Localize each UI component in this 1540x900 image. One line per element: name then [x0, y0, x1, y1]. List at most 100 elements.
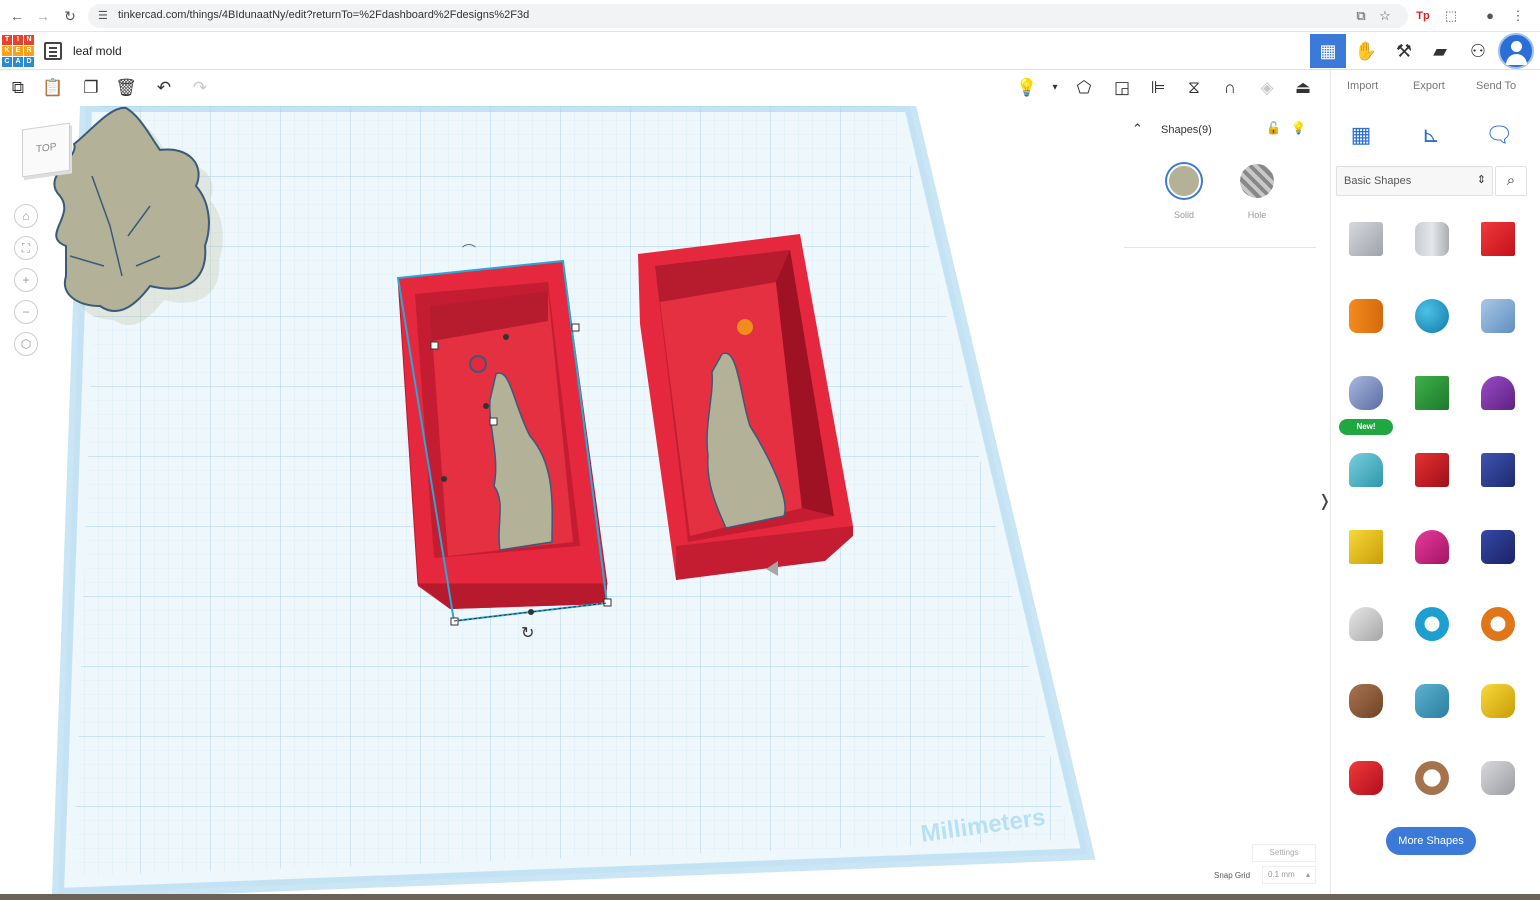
shape-library-item[interactable] — [1401, 743, 1463, 813]
resize-handle[interactable] — [450, 617, 459, 626]
hole-swatch[interactable] — [1240, 164, 1274, 198]
mirror-icon[interactable]: ⧖ — [1183, 77, 1205, 99]
tinkercad-logo[interactable]: TIN KER CAD — [2, 35, 34, 67]
redo-icon[interactable]: ↷ — [189, 77, 211, 99]
back-icon[interactable]: ← — [8, 7, 26, 25]
extensions-icon[interactable]: ⬚ — [1442, 7, 1460, 25]
home-view-icon[interactable]: ⌂ — [14, 204, 38, 228]
ruler-view-icon[interactable]: ◲ — [1111, 77, 1133, 99]
browser-menu-icon[interactable]: ⋮ — [1509, 7, 1527, 25]
sphere-icon — [1415, 299, 1449, 333]
shape-library-item[interactable] — [1467, 589, 1529, 659]
design-list-icon[interactable] — [44, 42, 62, 60]
snap-grid-select[interactable]: 0.1 mm ▴ — [1262, 866, 1316, 884]
chevron-down-icon[interactable]: ▾ — [1044, 77, 1066, 99]
send-to-button[interactable]: Send To — [1476, 80, 1516, 92]
import-button[interactable]: Import — [1347, 80, 1378, 92]
shape-library-item[interactable] — [1401, 435, 1463, 505]
shape-library-item[interactable] — [1467, 666, 1529, 736]
solid-swatch[interactable] — [1167, 164, 1201, 198]
user-avatar[interactable] — [1498, 33, 1534, 69]
shape-library-item[interactable] — [1335, 358, 1397, 428]
shape-library-item[interactable] — [1335, 743, 1397, 813]
extension-tp-icon[interactable]: Tp — [1414, 7, 1432, 25]
shape-library-item[interactable] — [1335, 589, 1397, 659]
bricks-pickaxe-icon[interactable]: ⚒ — [1386, 34, 1422, 68]
workplane-canvas[interactable]: Millimeters ⌒ ↻ TOP ⌂ ⛶ + − ⬡ ⌃ Shapes(9… — [0, 106, 1330, 894]
shapes-count-title: Shapes(9) — [1161, 124, 1212, 136]
undo-icon[interactable]: ↶ — [153, 77, 175, 99]
shape-library-item[interactable] — [1467, 512, 1529, 582]
bookmark-star-icon[interactable]: ☆ — [1376, 7, 1394, 25]
resize-handle[interactable] — [489, 417, 498, 426]
settings-button[interactable]: Settings — [1252, 844, 1316, 862]
shape-library-item[interactable] — [1335, 204, 1397, 274]
star-six-icon — [1481, 684, 1515, 718]
resize-handle[interactable] — [571, 323, 580, 332]
shape-library-item[interactable] — [1401, 281, 1463, 351]
shape-library-item[interactable] — [1401, 204, 1463, 274]
delete-icon[interactable]: 🗑 — [115, 77, 137, 99]
shape-library-item[interactable] — [1467, 204, 1529, 274]
paste-icon[interactable]: 📋 — [42, 77, 64, 99]
shape-library-item[interactable] — [1335, 281, 1397, 351]
light-bulb-icon[interactable]: 💡 — [1016, 77, 1038, 99]
shape-library-select[interactable]: Basic Shapes ⇕ — [1336, 166, 1493, 196]
app-header: TIN KER CAD leaf mold ▦ ✋ ⚒ ▰ ⚇ — [0, 32, 1540, 70]
cast-icon[interactable]: ⧉ — [1352, 7, 1370, 25]
export-button[interactable]: Export — [1413, 80, 1445, 92]
shape-library-item[interactable] — [1335, 435, 1397, 505]
zoom-in-icon[interactable]: + — [14, 268, 38, 292]
reload-icon[interactable]: ↻ — [61, 7, 79, 25]
fit-view-icon[interactable]: ⛶ — [14, 236, 38, 260]
duplicate-icon[interactable]: ❐ — [80, 77, 102, 99]
snap-grid-value: 0.1 mm — [1268, 870, 1295, 879]
rotate-handle-icon[interactable]: ↻ — [521, 625, 534, 642]
forward-icon[interactable]: → — [34, 7, 52, 25]
cylinder-icon — [1349, 299, 1383, 333]
viewcube[interactable]: TOP — [22, 122, 70, 178]
shape-library-item[interactable] — [1467, 743, 1529, 813]
perspective-icon[interactable]: ⬡ — [14, 332, 38, 356]
cruise-magnet-icon[interactable]: ∩ — [1219, 77, 1241, 99]
url-text[interactable]: tinkercad.com/things/4BIdunaatNy/edit?re… — [118, 9, 529, 21]
site-info-icon[interactable]: ☰ — [98, 9, 108, 22]
shape-library-item[interactable] — [1335, 666, 1397, 736]
more-shapes-button[interactable]: More Shapes — [1386, 827, 1476, 855]
3d-view-icon[interactable]: ▦ — [1310, 34, 1346, 68]
notes-tool-icon[interactable]: 🗨 — [1482, 118, 1516, 152]
fill-icon[interactable]: ◈ — [1256, 77, 1278, 99]
invite-user-icon[interactable]: ⚇ — [1460, 34, 1496, 68]
shape-library-item[interactable] — [1335, 512, 1397, 582]
shape-library-item[interactable] — [1401, 358, 1463, 428]
visibility-bulb-icon[interactable]: 💡 — [1291, 121, 1306, 135]
shape-library-item[interactable] — [1401, 512, 1463, 582]
design-title[interactable]: leaf mold — [73, 44, 122, 58]
paraboloid-icon — [1349, 607, 1383, 641]
workplane-icon[interactable]: ⏏ — [1292, 77, 1314, 99]
caret-up-icon: ▴ — [1305, 870, 1310, 879]
shape-library-item[interactable] — [1401, 666, 1463, 736]
shape-library-item[interactable] — [1467, 281, 1529, 351]
blocks-icon[interactable]: ✋ — [1348, 34, 1384, 68]
shape-library-item[interactable] — [1401, 589, 1463, 659]
lock-icon[interactable]: 🔓 — [1266, 121, 1281, 135]
resize-handle[interactable] — [603, 598, 612, 607]
note-icon[interactable]: ⬠ — [1073, 77, 1095, 99]
chevron-up-icon[interactable]: ⌃ — [1132, 121, 1143, 137]
shape-library-item[interactable] — [1467, 435, 1529, 505]
shape-library-item[interactable] — [1467, 358, 1529, 428]
right-panel: Import Export Send To ▦ ⊾ 🗨 Basic Shapes… — [1330, 70, 1540, 900]
copy-icon[interactable]: ⧉ — [7, 77, 29, 99]
panel-collapse-icon[interactable]: ❭ — [1318, 491, 1330, 511]
profile-icon[interactable]: ● — [1481, 7, 1499, 25]
zoom-out-icon[interactable]: − — [14, 300, 38, 324]
ruler-tool-icon[interactable]: ⊾ — [1414, 118, 1448, 152]
align-icon[interactable]: ⊫ — [1147, 77, 1169, 99]
workplane-tool-icon[interactable]: ▦ — [1344, 118, 1378, 152]
resize-handle[interactable] — [430, 341, 439, 350]
search-icon[interactable]: ⌕ — [1495, 166, 1527, 196]
sim-lab-icon[interactable]: ▰ — [1422, 34, 1458, 68]
rotate-handle-icon[interactable]: ⌒ — [462, 243, 476, 259]
address-bar[interactable]: ☰ tinkercad.com/things/4BIdunaatNy/edit?… — [88, 4, 1408, 28]
